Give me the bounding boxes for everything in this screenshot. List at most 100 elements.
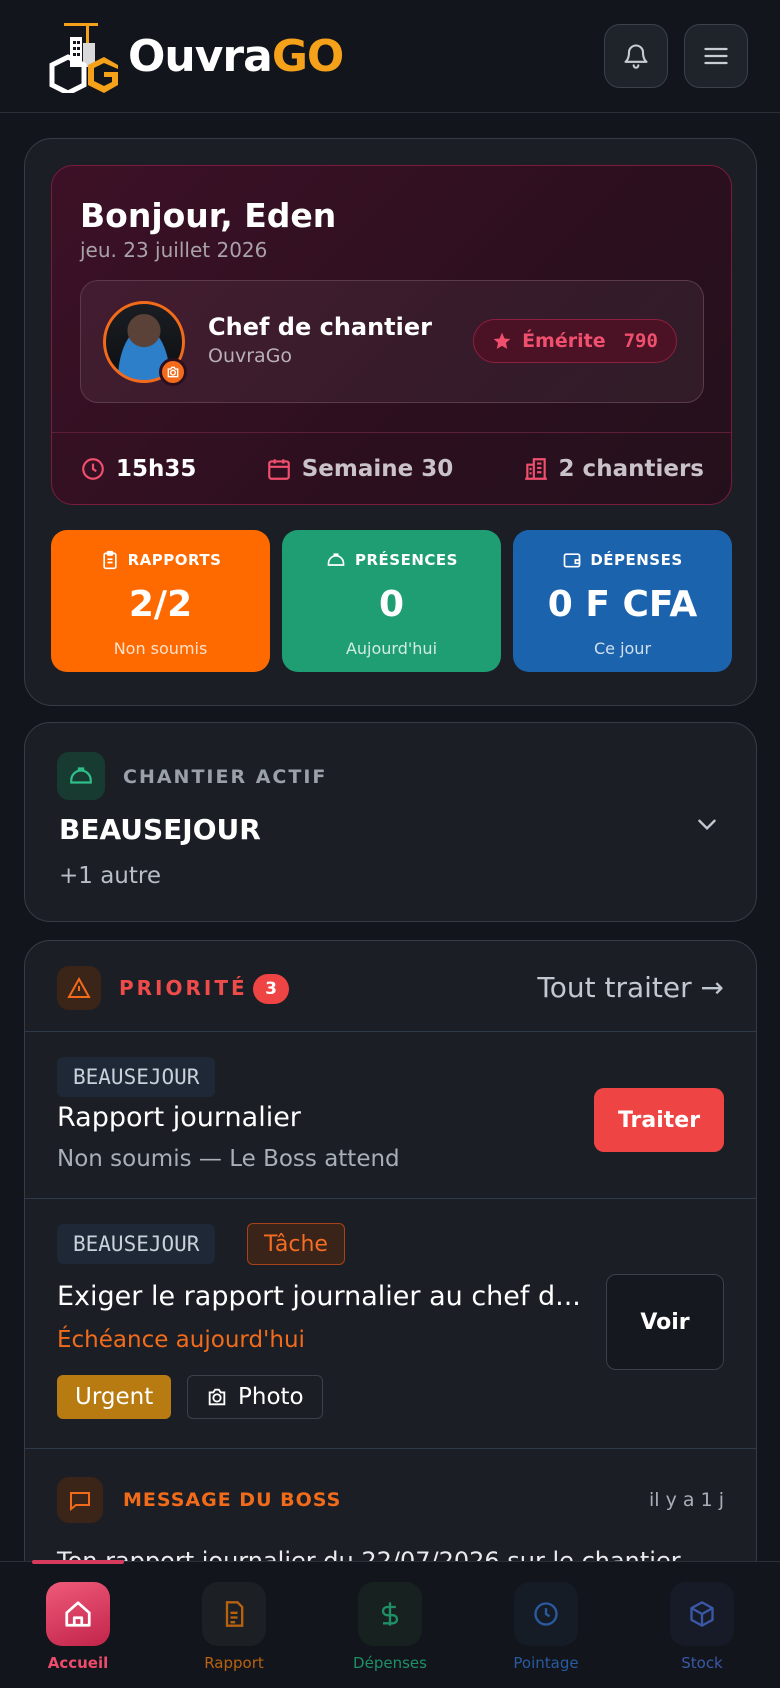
nav-expenses-label: Dépenses — [353, 1654, 427, 1672]
photo-chip: Photo — [187, 1375, 323, 1419]
summary-card: Bonjour, Eden jeu. 23 juillet 2026 Chef … — [24, 138, 757, 706]
hamburger-menu-icon — [704, 47, 728, 65]
view-button[interactable]: Voir — [606, 1274, 724, 1370]
hard-hat-icon — [70, 767, 92, 784]
stat-tiles: RAPPORTS 2/2 Non soumis PRÉSENCES 0 Aujo… — [51, 530, 732, 672]
message-time: il y a 1 j — [649, 1489, 724, 1511]
nav-home-label: Accueil — [47, 1654, 109, 1672]
clipboard-icon — [102, 550, 117, 570]
active-site-more: +1 autre — [59, 863, 162, 889]
change-photo-button[interactable] — [159, 358, 187, 386]
nav-timesheet[interactable]: Pointage — [468, 1562, 624, 1688]
clock-icon — [82, 458, 104, 480]
warning-icon — [67, 976, 91, 998]
tile-reports[interactable]: RAPPORTS 2/2 Non soumis — [51, 530, 270, 672]
nav-stock-label: Stock — [681, 1654, 723, 1672]
nav-report-label: Rapport — [204, 1654, 264, 1672]
logo[interactable]: OuvraGO — [46, 19, 344, 93]
site-icon-box — [57, 752, 105, 800]
priority-icon-box — [57, 966, 101, 1010]
message-title: MESSAGE DU BOSS — [123, 1489, 342, 1511]
process-button[interactable]: Traiter — [594, 1088, 724, 1152]
urgent-chip: Urgent — [57, 1375, 172, 1419]
notifications-button[interactable] — [604, 24, 668, 88]
camera-icon — [208, 1388, 226, 1406]
tile-reports-value: 2/2 — [128, 584, 193, 625]
active-site-label: CHANTIER ACTIF — [123, 766, 328, 788]
rank-label: Émérite — [522, 330, 606, 352]
clock-icon — [534, 1602, 558, 1626]
bell-icon — [624, 44, 648, 69]
top-bar: OuvraGO — [0, 0, 780, 113]
active-site-name: BEAUSEJOUR — [59, 813, 261, 846]
wallet-icon — [563, 553, 581, 568]
nav-timesheet-label: Pointage — [513, 1654, 579, 1672]
nav-expenses[interactable]: Dépenses — [312, 1562, 468, 1688]
sites-count: 2 chantiers — [523, 456, 704, 482]
tile-attendance-header: PRÉSENCES — [325, 550, 458, 570]
header-actions — [604, 24, 748, 88]
rank-badge[interactable]: Émérite 790 — [473, 319, 677, 363]
active-site-card[interactable]: CHANTIER ACTIF BEAUSEJOUR +1 autre — [24, 722, 757, 922]
nav-stock[interactable]: Stock — [624, 1562, 780, 1688]
nav-expenses-icon-box — [358, 1582, 422, 1646]
site-tag: BEAUSEJOUR — [57, 1057, 216, 1097]
nav-home-icon-box — [46, 1582, 110, 1646]
nav-report[interactable]: Rapport — [156, 1562, 312, 1688]
item-title: Exiger le rapport journalier au chef d..… — [57, 1281, 581, 1312]
active-indicator — [32, 1560, 124, 1564]
site-tag: BEAUSEJOUR — [57, 1224, 216, 1264]
priority-count-badge: 3 — [253, 974, 289, 1004]
hard-hat-icon — [327, 553, 345, 566]
tile-reports-sub: Non soumis — [113, 639, 208, 658]
menu-button[interactable] — [684, 24, 748, 88]
greeting-panel: Bonjour, Eden jeu. 23 juillet 2026 Chef … — [51, 165, 732, 505]
tile-expenses-value: 0 F CFA — [547, 584, 698, 625]
nav-stock-icon-box — [670, 1582, 734, 1646]
home-icon — [65, 1601, 91, 1627]
current-time: 15h35 — [80, 456, 196, 482]
rank-points: 790 — [623, 330, 658, 352]
divider — [52, 432, 731, 433]
greeting-title: Bonjour, Eden — [80, 196, 337, 235]
item-due-date: Échéance aujourd'hui — [57, 1327, 305, 1353]
nav-home[interactable]: Accueil — [0, 1562, 156, 1688]
user-role: Chef de chantier — [208, 313, 432, 341]
camera-icon — [167, 366, 179, 378]
tile-reports-header: RAPPORTS — [100, 550, 222, 570]
tile-expenses-header: DÉPENSES — [562, 550, 682, 570]
star-icon — [493, 332, 511, 349]
nav-report-icon-box — [202, 1582, 266, 1646]
message-icon — [70, 1492, 90, 1512]
current-week: Semaine 30 — [266, 456, 453, 482]
tile-attendance-sub: Aujourd'hui — [345, 639, 438, 658]
logo-text: OuvraGO — [128, 30, 344, 82]
nav-timesheet-icon-box — [514, 1582, 578, 1646]
priority-title: PRIORITÉ — [119, 976, 248, 1000]
app-root: OuvraGO Bonjour, Eden jeu. 23 juillet 20… — [0, 0, 780, 1688]
chevron-down-icon[interactable] — [694, 811, 720, 837]
greeting-date: jeu. 23 juillet 2026 — [80, 238, 268, 262]
document-icon — [225, 1601, 244, 1627]
priority-item: BEAUSEJOUR Tâche Exiger le rapport journ… — [25, 1199, 756, 1449]
bottom-nav: Accueil Rapport Dépenses Pointage Stock — [0, 1560, 780, 1688]
priority-header: PRIORITÉ 3 Tout traiter → — [25, 941, 756, 1032]
tile-expenses-sub: Ce jour — [593, 639, 652, 658]
dollar-icon — [381, 1602, 399, 1626]
process-all-link[interactable]: Tout traiter → — [537, 971, 724, 1004]
tile-attendance-value: 0 — [378, 584, 405, 625]
priority-item: BEAUSEJOUR Rapport journalier Non soumis… — [25, 1032, 756, 1199]
greeting-stats: 15h35 Semaine 30 2 chantiers — [80, 434, 704, 504]
tile-attendance[interactable]: PRÉSENCES 0 Aujourd'hui — [282, 530, 501, 672]
box-icon — [690, 1601, 714, 1627]
task-tag: Tâche — [247, 1223, 345, 1265]
tile-expenses[interactable]: DÉPENSES 0 F CFA Ce jour — [513, 530, 732, 672]
building-icon — [524, 458, 547, 480]
message-icon-box — [57, 1477, 103, 1523]
user-company: OuvraGo — [208, 345, 293, 367]
calendar-icon — [267, 459, 290, 480]
item-subtitle: Non soumis — Le Boss attend — [57, 1146, 400, 1172]
profile-card[interactable]: Chef de chantier OuvraGo Émérite 790 — [80, 280, 704, 403]
item-title: Rapport journalier — [57, 1102, 301, 1133]
priority-card: PRIORITÉ 3 Tout traiter → BEAUSEJOUR Rap… — [24, 940, 757, 1600]
